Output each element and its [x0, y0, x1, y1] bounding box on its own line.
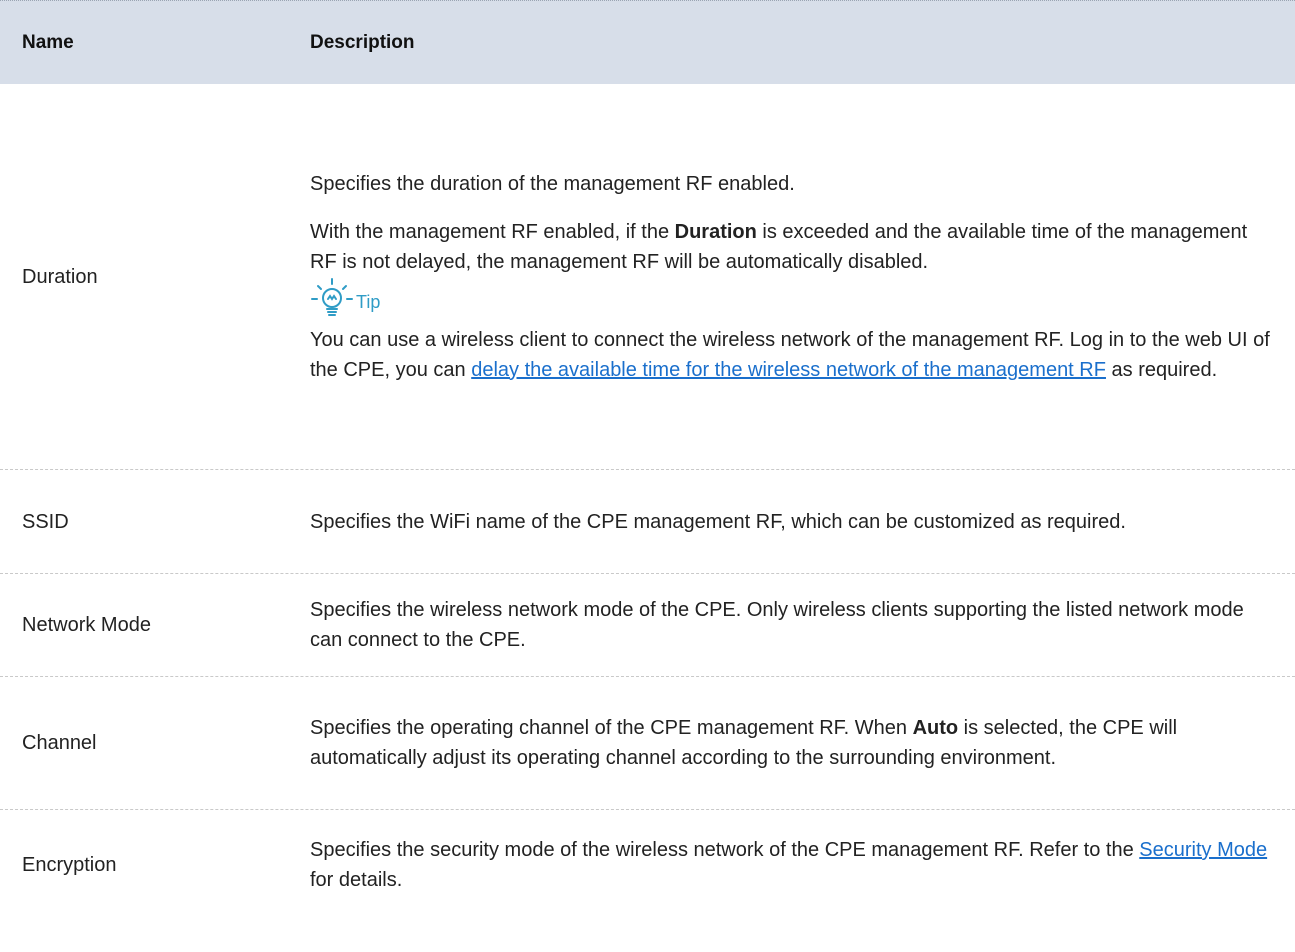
row-name: Network Mode	[22, 614, 151, 636]
row-name: Duration	[22, 265, 98, 288]
parameter-table: Name Description Duration Specifies the …	[0, 0, 1295, 920]
table-row: Channel Specifies the operating channel …	[0, 677, 1295, 810]
row-description: Specifies the wireless network mode of t…	[310, 599, 1244, 651]
table-row: Duration Specifies the duration of the m…	[0, 84, 1295, 470]
tip-text: You can use a wireless client to connect…	[310, 328, 1270, 381]
row-description: Specifies the operating channel of the C…	[310, 717, 1178, 769]
table-header: Name Description	[0, 0, 1295, 84]
security-mode-link[interactable]: Security Mode	[1139, 839, 1267, 861]
table-row: Encryption Specifies the security mode o…	[0, 810, 1295, 920]
tip-label: Tip	[356, 291, 381, 312]
row-description: Specifies the WiFi name of the CPE manag…	[310, 510, 1126, 533]
row-name: SSID	[22, 510, 69, 533]
lightbulb-icon	[311, 277, 353, 316]
header-name: Name	[22, 31, 74, 53]
bold-term: Auto	[912, 717, 959, 739]
row-name: Encryption	[22, 854, 117, 876]
tip-heading: Tip	[310, 277, 1277, 317]
delay-available-time-link[interactable]: delay the available time for the wireles…	[471, 359, 1106, 381]
description-paragraph: With the management RF enabled, if the D…	[310, 220, 1248, 273]
table-row: SSID Specifies the WiFi name of the CPE …	[0, 470, 1295, 574]
table-row: Network Mode Specifies the wireless netw…	[0, 574, 1295, 677]
row-description: Specifies the duration of the management…	[288, 169, 1295, 385]
row-description: Specifies the security mode of the wirel…	[310, 839, 1268, 891]
row-name: Channel	[22, 732, 97, 754]
header-description: Description	[310, 31, 415, 53]
description-paragraph: Specifies the duration of the management…	[310, 172, 795, 195]
bold-term: Duration	[674, 220, 757, 243]
